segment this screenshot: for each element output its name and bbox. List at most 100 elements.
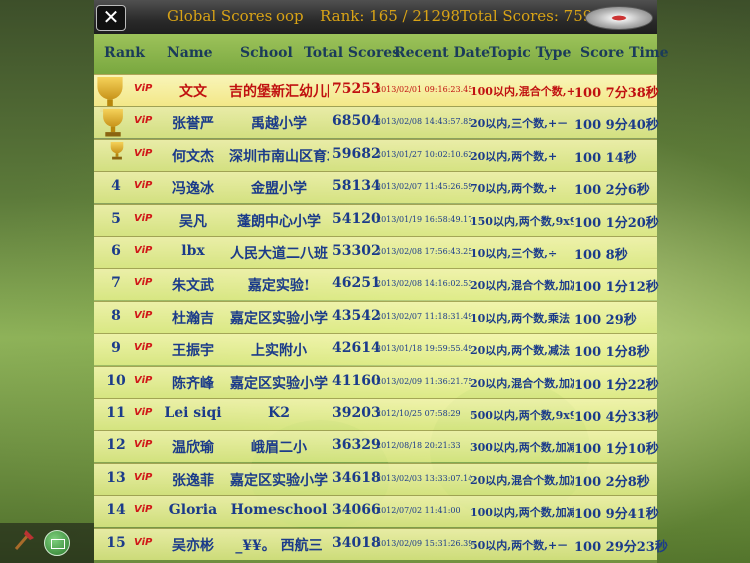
cell-score: 58134 [332, 178, 381, 195]
table-row[interactable]: 7 ViP 朱文武 嘉定实验! 46251 2013/02/08 14:16:02.537… [94, 268, 659, 301]
cell-vip: ViP [134, 147, 153, 159]
cell-stime: 100 1分22秒 [574, 377, 659, 393]
cell-stime: 100 2分6秒 [574, 183, 650, 199]
cell-score: 39203 [332, 405, 381, 421]
table-row[interactable]: 11 ViP Lei siqi K2 39203 2012/10/25 07:58:29 5… [94, 398, 659, 430]
cell-vip: ViP [134, 342, 153, 354]
cell-date: 2013/01/19 16:58:49.174 [376, 214, 471, 224]
cell-topic: 20以内,两个数,+ [470, 149, 558, 163]
cell-rank: 12 [106, 437, 126, 454]
table-row[interactable]: ViP 张誉严 禹越小学 68504 2013/02/08 14:43:57.851 20… [94, 106, 659, 139]
cell-score: 34066 [332, 502, 381, 519]
cell-date: 2013/02/09 11:36:21.759 [376, 376, 471, 386]
close-button[interactable]: ✕ [96, 5, 126, 31]
table-row[interactable]: 6 ViP lbx 人民大道二八班 53302 2013/02/08 17:56:43.2… [94, 236, 657, 268]
cell-stime: 100 1分20秒 [574, 215, 659, 231]
cell-name: Lei siqi [164, 405, 222, 421]
table-row[interactable]: 13 ViP 张逸菲 嘉定区实验小学 34618 2013/02/03 13:33:07.… [94, 462, 657, 495]
cell-score: 42614 [332, 340, 381, 357]
cell-school: 上实附小 [251, 343, 307, 360]
table-row[interactable]: 15 ViP 吴亦彬 _¥¥。 西航三 34018 2013/02/09 15:31:26… [94, 527, 668, 560]
cell-name: 陈齐峰 [172, 375, 214, 392]
cell-rank: 11 [106, 405, 126, 421]
cell-topic: 20以内,两个数,减法 [470, 344, 570, 358]
cell-name: 张逸菲 [172, 472, 214, 489]
cell-topic: 150以内,两个数,9x9 [470, 214, 574, 228]
cell-stime: 100 14秒 [574, 150, 637, 166]
cell-name: 张誉严 [172, 116, 214, 133]
cell-name: 何文杰 [172, 148, 214, 165]
cell-school: 嘉定区实验小学 [230, 375, 328, 392]
col-recent-date: Recent Date [394, 45, 491, 61]
cell-topic: 10以内,两个数,乘法 [470, 311, 570, 325]
cell-date: 2013/01/18 19:59:55.499 [376, 344, 471, 354]
cell-topic: 20以内,混合个数,加减法 [470, 376, 574, 390]
cell-stime: 100 1分10秒 [574, 442, 659, 458]
cell-name: 吴凡 [179, 213, 207, 230]
cell-name: 冯逸冰 [172, 181, 214, 198]
cell-school: 禹越小学 [251, 116, 307, 133]
cell-topic: 100以内,两个数,加减法 [470, 506, 574, 520]
disc-icon[interactable] [585, 6, 653, 30]
cell-topic: 20以内,混合个数,加减法 [470, 473, 574, 487]
cell-name: Gloria [168, 502, 218, 519]
table-header: Rank Name School Total Scores Recent Dat… [94, 34, 669, 74]
cell-date: 2013/02/08 14:16:02.537 [376, 279, 471, 289]
table-row[interactable]: 10 ViP 陈齐峰 嘉定区实验小学 41160 2013/02/09 11:36:21.… [94, 365, 659, 398]
cell-name: 吴亦彬 [172, 537, 214, 554]
cell-name: lbx [181, 243, 205, 259]
cell-score: 53302 [332, 243, 381, 259]
cell-vip: ViP [134, 471, 153, 483]
table-row[interactable]: 5 ViP 吴凡 蓬朗中心小学 54120 2013/01/19 16:58:49.174… [94, 203, 659, 236]
cell-score: 36329 [332, 437, 381, 454]
table-row[interactable]: 8 ViP 杜瀚吉 嘉定区实验小学 43542 2013/02/07 11:18:31.4… [94, 300, 657, 333]
cell-date: 2013/02/08 17:56:43.255 [376, 247, 471, 256]
cell-stime: 100 9分41秒 [574, 507, 659, 523]
leaderboard-table: Rank Name School Total Scores Recent Dat… [94, 34, 669, 563]
cell-rank: 15 [106, 534, 126, 551]
cell-stime: 100 7分38秒 [574, 86, 659, 101]
cell-topic: 500以内,两个数,9x9口诀 [470, 409, 574, 422]
table-row[interactable]: 14 ViP Gloria Homeschool 34066 2012/07/02 11:… [94, 495, 659, 528]
cell-vip: ViP [134, 374, 153, 386]
cell-score: 34018 [332, 534, 381, 551]
mail-icon[interactable] [44, 530, 70, 556]
cell-rank: 13 [106, 469, 126, 486]
cell-vip: ViP [134, 439, 153, 451]
col-score-time: Score Time [580, 45, 669, 61]
cell-vip: ViP [134, 245, 153, 256]
rank-summary: Rank: 165 / 21298 [320, 7, 461, 25]
cell-school: 金盟小学 [251, 181, 307, 198]
table-row[interactable]: 4 ViP 冯逸冰 金盟小学 58134 2013/02/07 11:45:26.590 7… [94, 171, 657, 204]
cell-vip: ViP [134, 407, 153, 418]
cell-date: 2013/02/01 09:16:23.458 [376, 85, 471, 94]
cell-topic: 20以内,混合个数,加减法 [470, 279, 574, 293]
cell-topic: 300以内,两个数,加减法 [470, 441, 574, 455]
trophy-icon [110, 141, 123, 160]
cell-score: 46251 [332, 275, 381, 292]
col-school: School [240, 45, 293, 61]
cell-school: K2 [268, 405, 290, 421]
cell-stime: 100 2分8秒 [574, 474, 650, 490]
cell-date: 2013/02/07 11:45:26.590 [376, 182, 471, 192]
cell-school: 嘉定区实验小学 [230, 310, 328, 327]
table-row[interactable]: 9 ViP 王振宇 上实附小 42614 2013/01/18 19:59:55.499 2… [94, 333, 657, 366]
cell-school: 深圳市南山区育才三小 [229, 148, 329, 165]
shovel-icon[interactable] [10, 528, 36, 554]
cell-name: 杜瀚吉 [172, 310, 214, 327]
cell-stime: 100 4分33秒 [574, 410, 659, 425]
table-row[interactable]: ViP 文文 吉的堡新汇幼儿园752532013/02/01 09:16:23.45… [94, 74, 659, 112]
cell-date: 2013/02/08 14:43:57.851 [376, 117, 471, 127]
cell-topic: 10以内,三个数,÷ [470, 247, 558, 260]
cell-rank: 14 [106, 502, 126, 519]
table-row[interactable]: ViP 何文杰深圳市南山区育才三小596822013/01/27 10:02:10… [94, 138, 657, 171]
cell-rank: 6 [111, 243, 121, 259]
cell-vip: ViP [134, 115, 153, 127]
table-row[interactable]: 12 ViP 温欣瑜 峨眉二小 36329 2012/08/18 20:21:33 300以… [94, 430, 659, 463]
cell-school: 蓬朗中心小学 [237, 213, 321, 230]
cell-stime: 100 8秒 [574, 248, 628, 263]
cell-school: _¥¥。 西航三 [235, 537, 323, 554]
cell-score: 34618 [332, 469, 381, 486]
cell-school: 峨眉二小 [251, 440, 307, 457]
cell-date: 2013/01/27 10:02:10.624 [376, 149, 471, 159]
